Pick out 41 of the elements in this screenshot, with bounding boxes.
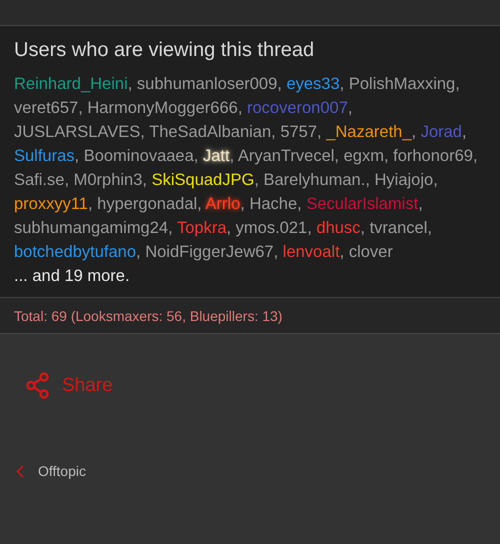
total-count: Total: 69 (Looksmaxers: 56, Bluepillers: 13): [0, 297, 500, 334]
username-link[interactable]: Topkra: [176, 219, 226, 237]
username-link[interactable]: lenvoalt: [282, 243, 340, 261]
username-link[interactable]: M0rphin3: [74, 171, 142, 189]
username-link[interactable]: HarmonyMogger666: [87, 99, 238, 117]
username-link[interactable]: _Nazareth_: [326, 123, 412, 141]
viewer-list: Reinhard_Heini, subhumanloser009, eyes33, PolishMaxxing, veret657, HarmonyMogger666, rocoveron007, JUSLARSLAVES, TheSadAlbanian, 5757, _Nazareth_, Jorad, Sulfuras, Boominovaaea, Jatt, AryanTrvecel, egxm, forhonor69, Safi.se, M0rphin3, SkiSquadJPG, Barelyhuman., Hyiajojo, proxxyy11, hypergonadal, Arrlo, Hache, SecularIslamist, subhumangamimg24, Topkra, ymos.021, dhusc, tvrancel, botchedbytufano, NoidFiggerJew67, lenvoalt, clover: [0, 70, 500, 264]
username-link[interactable]: PolishMaxxing: [348, 75, 456, 93]
username-link[interactable]: 5757: [280, 123, 318, 141]
username-link[interactable]: proxxyy11: [14, 195, 88, 213]
username-link[interactable]: Jatt: [202, 147, 230, 165]
username-link[interactable]: Reinhard_Heini: [14, 75, 128, 93]
username-link[interactable]: TheSadAlbanian: [149, 123, 272, 141]
username-link[interactable]: Hyiajojo: [374, 171, 434, 189]
username-link[interactable]: ymos.021: [236, 219, 308, 237]
username-link[interactable]: botchedbytufano: [14, 243, 136, 261]
username-link[interactable]: clover: [348, 243, 393, 261]
username-link[interactable]: Sulfuras: [14, 147, 75, 165]
username-link[interactable]: NoidFiggerJew67: [145, 243, 274, 261]
username-link[interactable]: AryanTrvecel: [238, 147, 334, 165]
share-icon: [26, 372, 50, 399]
username-link[interactable]: subhumangamimg24: [14, 219, 168, 237]
username-link[interactable]: Hache: [249, 195, 298, 213]
breadcrumb-link[interactable]: Offtopic: [38, 463, 86, 479]
back-chevron-icon[interactable]: [16, 464, 24, 478]
username-link[interactable]: Safi.se: [14, 171, 64, 189]
username-link[interactable]: Barelyhuman.: [264, 171, 366, 189]
panel-title: Users who are viewing this thread: [13, 38, 316, 63]
username-link[interactable]: SkiSquadJPG: [152, 171, 254, 189]
username-link[interactable]: hypergonadal: [97, 195, 198, 213]
username-link[interactable]: dhusc: [316, 219, 360, 237]
username-link[interactable]: Arrlo: [205, 195, 240, 213]
username-link[interactable]: Boominovaaea: [84, 147, 194, 165]
username-link[interactable]: eyes33: [286, 75, 340, 93]
username-link[interactable]: egxm: [344, 147, 384, 165]
more-users-text: ... and 19 more.: [13, 266, 131, 287]
username-link[interactable]: subhumanloser009: [136, 75, 278, 93]
username-link[interactable]: JUSLARSLAVES: [14, 123, 140, 141]
username-link[interactable]: tvrancel: [370, 219, 428, 237]
username-link[interactable]: forhonor69: [393, 147, 473, 165]
username-link[interactable]: veret657: [14, 99, 78, 117]
